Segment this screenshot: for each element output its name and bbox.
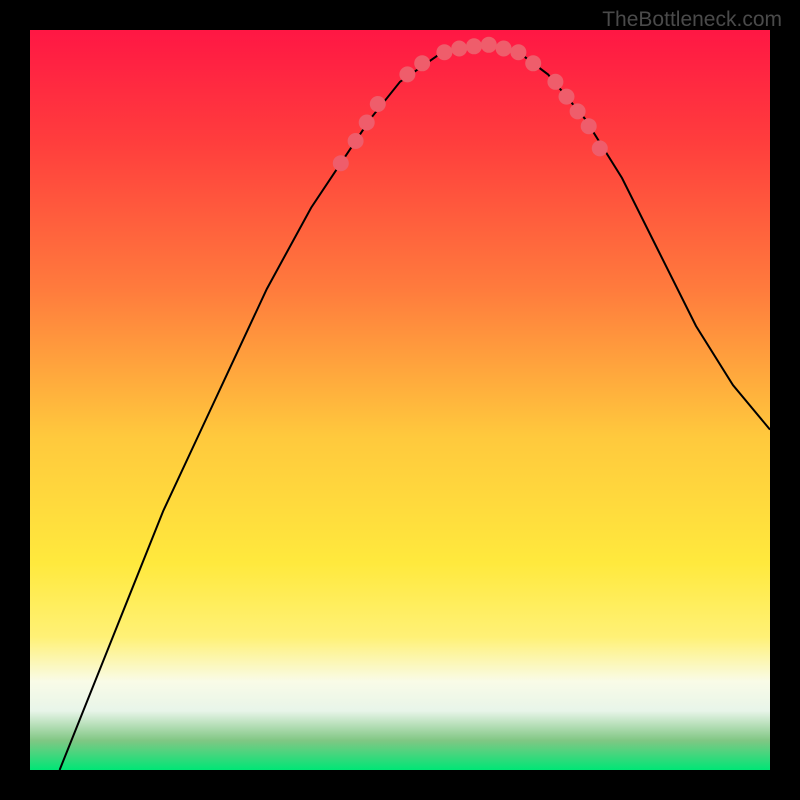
highlight-dot xyxy=(547,74,563,90)
highlight-dot xyxy=(399,66,415,82)
highlight-dot xyxy=(466,38,482,54)
highlight-dot xyxy=(525,55,541,71)
highlight-dot xyxy=(436,44,452,60)
highlight-dot xyxy=(451,41,467,57)
highlight-dot xyxy=(570,103,586,119)
highlight-dot xyxy=(510,44,526,60)
highlight-dot xyxy=(592,140,608,156)
highlight-dot xyxy=(333,155,349,171)
highlight-dot xyxy=(348,133,364,149)
highlight-dot xyxy=(559,89,575,105)
highlight-dot xyxy=(414,55,430,71)
watermark-text: TheBottleneck.com xyxy=(602,8,782,32)
plot-background xyxy=(30,30,770,770)
chart-svg xyxy=(0,0,800,800)
highlight-dot xyxy=(581,118,597,134)
chart-container: TheBottleneck.com xyxy=(0,0,800,800)
highlight-dot xyxy=(496,41,512,57)
highlight-dot xyxy=(359,115,375,131)
highlight-dot xyxy=(481,37,497,53)
highlight-dot xyxy=(370,96,386,112)
